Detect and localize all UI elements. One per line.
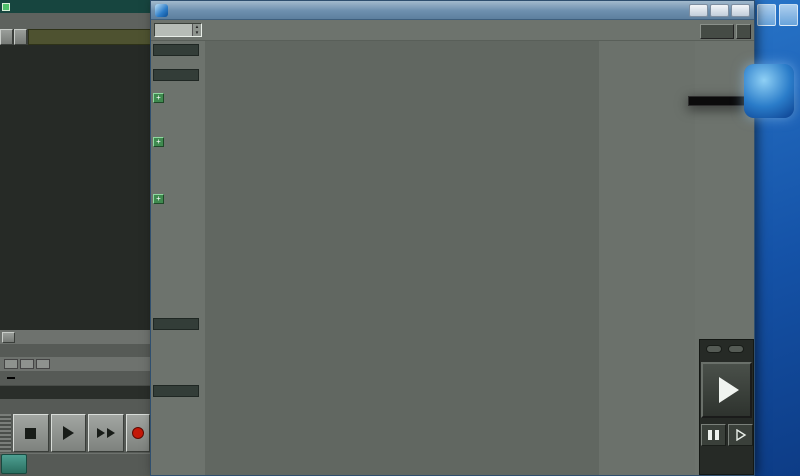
mini-control[interactable] [706,345,722,353]
forward-icon [107,428,116,438]
ruler-buttons [0,29,27,45]
channel-strips [205,41,599,475]
play-button[interactable] [701,362,752,418]
pause-button[interactable] [701,424,726,446]
zoom-preset-button[interactable] [20,359,34,369]
playback-panel [699,339,754,475]
play-icon [63,426,75,440]
record-icon [132,427,145,439]
bottom-bar [0,453,152,476]
next-icon [735,429,746,441]
midi-bar[interactable] [0,385,152,399]
track-number-row [0,399,152,413]
app-icon [2,2,10,11]
zoom-preset-button[interactable] [36,359,50,369]
next-button[interactable] [728,424,753,446]
mixer-window-icon [155,3,168,17]
timeline-ruler[interactable] [28,29,152,45]
snapshot-selector[interactable]: ▲ ▼ [154,23,202,37]
zoom-row [0,357,152,371]
add-aux-button[interactable]: + [153,93,164,103]
pos-value [7,377,15,379]
spinner-arrows-icon[interactable]: ▲ ▼ [192,24,201,36]
minimize-button[interactable] [689,3,708,17]
mixer-window: ▲ ▼ + + + [150,0,755,476]
taskbar-button[interactable] [757,4,776,26]
toolbar-button[interactable] [0,29,13,45]
pan-row-label [153,318,199,330]
gain-row-label [153,69,199,81]
forward-icon [97,428,106,438]
daw-titlebar [0,0,152,13]
maximize-button[interactable] [710,3,729,17]
mixer-toolbar: ▲ ▼ [151,20,754,41]
drag-handle[interactable] [0,414,11,452]
help-button[interactable] [736,24,751,39]
fader-row-label [153,385,199,397]
name-row-label [153,43,199,56]
play-icon [719,377,739,403]
pause-icon [708,430,712,440]
track-list [0,45,152,330]
daw-main-window [0,0,152,476]
samplitude-logo[interactable] [744,64,794,118]
mixer-row-labels: + + + [153,41,203,475]
transport-bar [0,413,152,453]
status-bar [0,330,152,344]
corner-button[interactable] [1,454,27,474]
add-plugin-button[interactable]: + [153,137,164,147]
pause-icon [715,430,719,440]
daw-play-button[interactable] [50,414,87,452]
mini-control[interactable] [728,345,744,353]
toolbar-button[interactable] [14,29,27,45]
status-button[interactable] [2,331,15,343]
preset-button-row [0,344,152,357]
record-button[interactable] [126,414,151,452]
mixer-titlebar[interactable] [151,1,754,20]
master-strip [599,41,695,475]
stop-icon [25,427,37,439]
settings-button[interactable] [700,24,734,39]
close-button[interactable] [731,3,750,17]
screen: ▲ ▼ + + + [0,0,800,476]
position-row [0,371,152,385]
add-eq-button[interactable]: + [153,194,164,204]
forward-button[interactable] [88,414,125,452]
zoom-preset-button[interactable] [4,359,18,369]
stop-button[interactable] [13,414,49,452]
taskbar-button[interactable] [779,4,798,26]
daw-menubar [0,13,152,29]
